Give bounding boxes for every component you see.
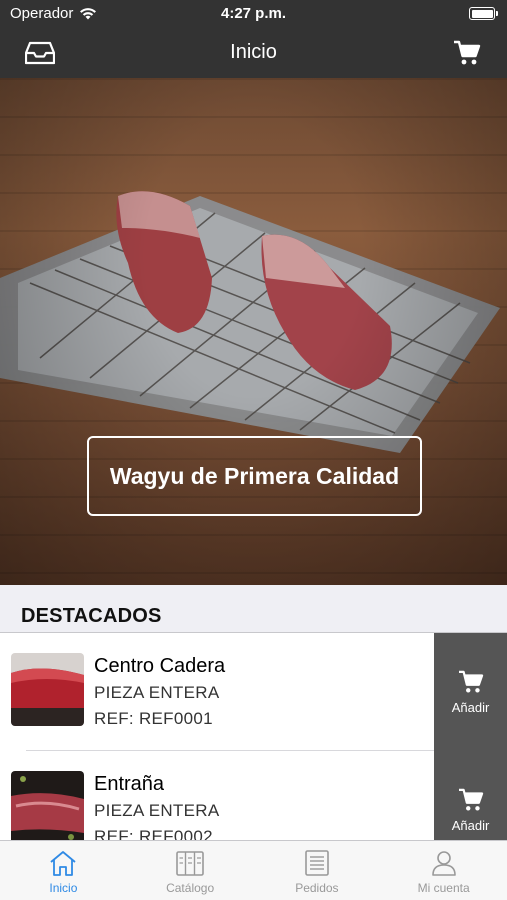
- product-row[interactable]: Centro Cadera PIEZA ENTERA REF: REF0001 …: [0, 633, 507, 751]
- tab-label: Inicio: [49, 881, 78, 895]
- product-name: Centro Cadera: [94, 655, 226, 677]
- page-title: Inicio: [230, 41, 277, 63]
- featured-product-list: Centro Cadera PIEZA ENTERA REF: REF0001 …: [0, 633, 507, 840]
- tab-label: Catálogo: [166, 881, 215, 895]
- add-to-cart-label: Añadir: [451, 817, 490, 833]
- product-row[interactable]: Entraña PIEZA ENTERA REF: REF0002 Añadir: [0, 751, 507, 840]
- product-ref: REF: REF0002: [94, 827, 213, 840]
- cart-icon: [458, 788, 483, 811]
- product-subtitle: PIEZA ENTERA: [94, 801, 220, 820]
- tab-catalogo[interactable]: Catálogo: [127, 841, 254, 900]
- featured-section-header: DESTACADOS: [0, 585, 507, 633]
- tab-bar: Inicio Catálogo Pedidos Mi cuenta: [0, 840, 507, 900]
- product-thumbnail: [11, 653, 84, 726]
- nav-bar: Inicio: [0, 28, 507, 78]
- tab-label: Pedidos: [295, 881, 339, 895]
- orders-icon: [305, 850, 329, 876]
- tab-inicio[interactable]: Inicio: [0, 841, 127, 900]
- tab-pedidos[interactable]: Pedidos: [254, 841, 381, 900]
- catalog-icon: [176, 851, 204, 876]
- product-ref: REF: REF0001: [94, 709, 213, 728]
- product-name: Entraña: [94, 773, 165, 795]
- cart-icon: [458, 670, 483, 693]
- product-thumbnail: [11, 771, 84, 840]
- battery-icon: [469, 7, 498, 20]
- cart-button[interactable]: [451, 37, 483, 69]
- featured-section-title: DESTACADOS: [21, 605, 162, 627]
- cart-icon: [454, 40, 481, 65]
- add-to-cart-button[interactable]: Añadir: [434, 751, 507, 840]
- add-to-cart-button[interactable]: Añadir: [434, 633, 507, 751]
- tab-label: Mi cuenta: [417, 881, 470, 895]
- tab-mi-cuenta[interactable]: Mi cuenta: [380, 841, 507, 900]
- account-icon: [431, 851, 456, 876]
- status-bar: Operador 4:27 p.m.: [0, 0, 507, 28]
- product-subtitle: PIEZA ENTERA: [94, 683, 220, 702]
- hero-banner-title[interactable]: Wagyu de Primera Calidad: [87, 436, 422, 516]
- home-icon: [50, 851, 76, 876]
- status-time: 4:27 p.m.: [220, 5, 287, 22]
- hero-banner-image[interactable]: Wagyu de Primera Calidad: [0, 78, 507, 585]
- add-to-cart-label: Añadir: [451, 699, 490, 715]
